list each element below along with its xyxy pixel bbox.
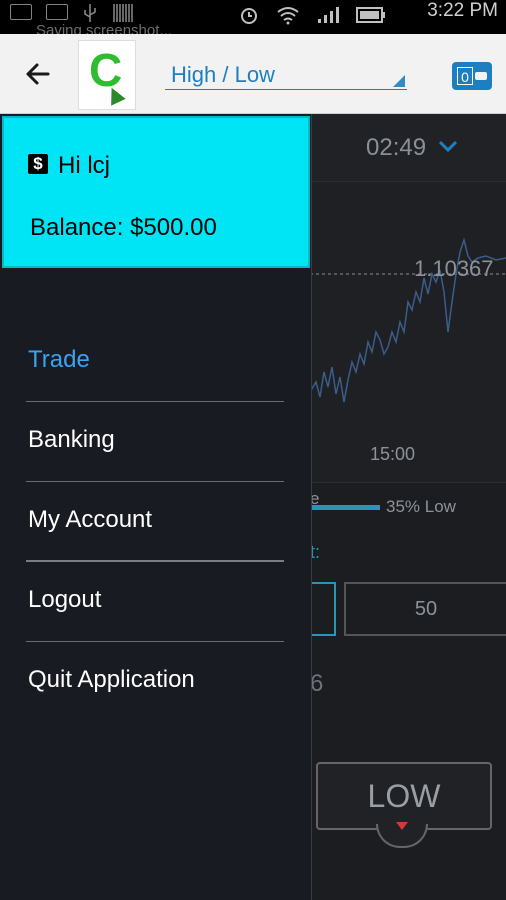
signal-icon	[318, 7, 339, 23]
dropdown-corner-icon	[393, 75, 405, 87]
low-button[interactable]: LOW	[316, 762, 492, 830]
chevron-down-icon	[438, 140, 458, 153]
price-line	[309, 237, 506, 403]
alarm-icon	[241, 8, 257, 24]
dollar-icon: $	[28, 154, 48, 174]
amount-option-value: 50	[414, 598, 438, 620]
back-button[interactable]	[20, 56, 56, 92]
expiry-selector[interactable]: 02:49	[310, 114, 506, 182]
back-arrow-icon	[26, 63, 50, 85]
clock: 3:22 PM	[427, 0, 498, 21]
wifi-icon	[277, 7, 299, 25]
app-logo: C	[78, 40, 136, 110]
down-triangle-icon	[396, 822, 408, 830]
menu-item-quit-application[interactable]: Quit Application	[26, 642, 284, 722]
amount-option[interactable]: 50	[344, 582, 506, 636]
sentiment-fill	[310, 505, 380, 510]
image-icon	[10, 4, 32, 20]
menu-item-logout[interactable]: Logout	[26, 562, 284, 642]
code-icon	[46, 4, 68, 20]
sentiment-bar: e 35% Low	[310, 482, 506, 518]
barcode-icon	[112, 4, 134, 22]
system-icons	[238, 4, 386, 26]
wallet-button[interactable]: 0	[452, 62, 492, 90]
menu-item-my-account[interactable]: My Account	[26, 482, 284, 562]
trading-screen: 02:49 1.10367 15:00 e 35% Low t: 50 6 LO…	[309, 114, 506, 900]
payout-value: 6	[310, 670, 324, 697]
menu-item-banking[interactable]: Banking	[26, 402, 284, 482]
sentiment-low-label: 35% Low	[386, 497, 456, 516]
amount-option-selected[interactable]	[310, 582, 336, 636]
wallet-count: 0	[457, 67, 473, 85]
drawer-menu: Trade Banking My Account Logout Quit App…	[26, 322, 284, 722]
status-bar: 3:22 PM Saving screenshot...	[0, 0, 506, 39]
low-button-label: LOW	[367, 778, 441, 814]
menu-item-label: Trade	[28, 346, 90, 373]
wallet-icon	[475, 72, 487, 80]
navigation-drawer: $ Hi lcj Balance: $500.00 Trade Banking …	[0, 114, 312, 900]
menu-item-label: Logout	[28, 586, 102, 613]
mode-dropdown-label: High / Low	[171, 62, 275, 87]
account-balance: Balance: $500.00	[30, 214, 217, 241]
battery-icon	[356, 7, 385, 23]
app-bar: C High / Low 0	[0, 34, 506, 114]
menu-item-label: Banking	[28, 426, 115, 453]
notification-icons	[10, 4, 134, 22]
menu-item-label: My Account	[28, 506, 153, 533]
chart-time-label: 15:00	[370, 444, 416, 464]
user-greeting: Hi lcj	[58, 152, 110, 179]
menu-item-label: Quit Application	[28, 666, 195, 693]
expiry-timer: 02:49	[366, 134, 427, 161]
menu-item-trade[interactable]: Trade	[26, 322, 284, 402]
usb-icon	[82, 4, 98, 22]
current-price: 1.10367	[414, 256, 494, 281]
mode-dropdown[interactable]: High / Low	[165, 58, 407, 90]
profile-header: $ Hi lcj Balance: $500.00	[2, 116, 310, 268]
price-chart: 1.10367 15:00	[309, 182, 506, 482]
